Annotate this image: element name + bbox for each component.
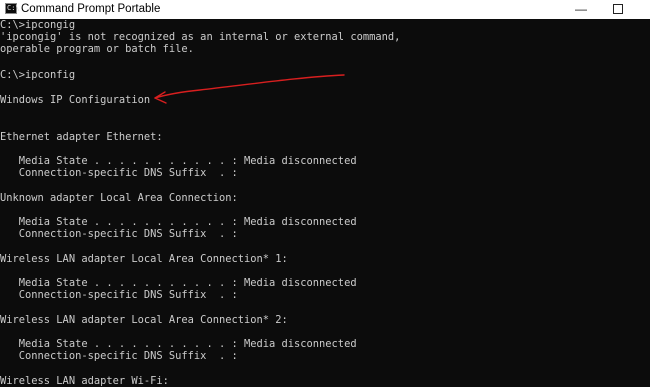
maximize-button[interactable] — [603, 0, 633, 19]
maximize-icon — [613, 3, 623, 14]
arrow-head — [154, 91, 167, 104]
cmd-icon: C:\ — [5, 3, 20, 14]
console-output[interactable]: C:\>ipcongig 'ipcongig' is not recognize… — [0, 19, 650, 387]
red-arrow-annotation — [154, 74, 345, 104]
arrow-shaft — [154, 74, 345, 99]
window-title: Command Prompt Portable — [21, 3, 161, 15]
minimize-button[interactable]: — — [566, 0, 596, 19]
title-bar: C:\ Command Prompt Portable — — [0, 0, 650, 19]
